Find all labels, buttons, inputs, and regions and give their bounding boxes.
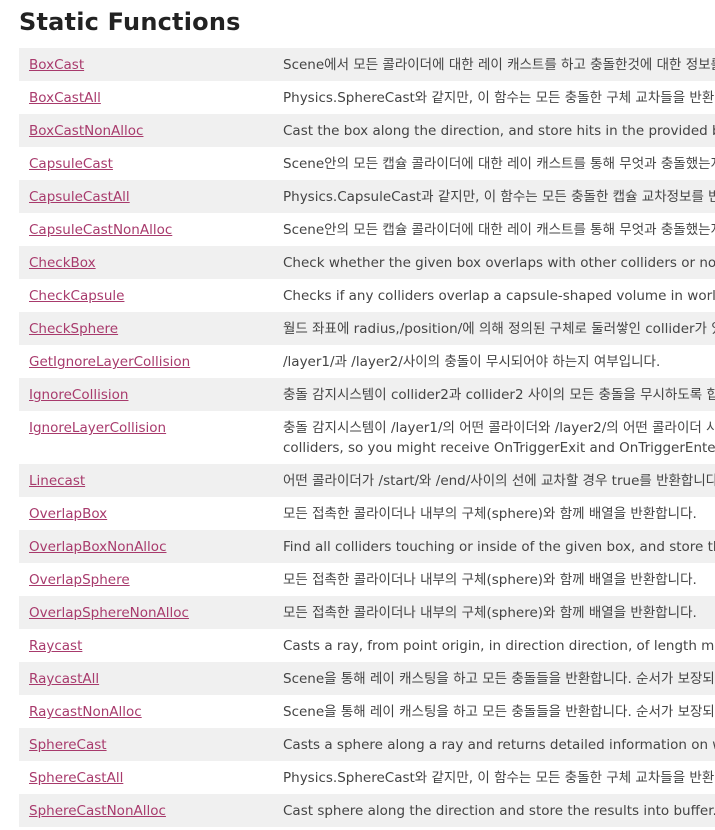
function-description: 월드 좌표에 radius,/position/에 의해 정의된 구체로 둘러쌓… xyxy=(283,321,715,337)
table-row: CheckSphere 월드 좌표에 radius,/position/에 의해 … xyxy=(19,312,715,345)
function-description: /layer1/과 /layer2/사이의 충돌이 무시되어야 하는지 여부입니… xyxy=(283,354,661,370)
function-description: Physics.CapsuleCast과 같지만, 이 함수는 모든 충돌한 캡… xyxy=(283,189,715,205)
function-link[interactable]: OverlapSphere xyxy=(29,572,130,588)
table-row: OverlapSphereNonAlloc 모든 접촉한 콜라이더나 내부의 구체… xyxy=(19,596,715,629)
table-row: CheckCapsule Checks if any colliders over… xyxy=(19,279,715,312)
function-link[interactable]: SphereCastNonAlloc xyxy=(29,803,166,819)
table-row: BoxCastNonAlloc Cast the box along the di… xyxy=(19,114,715,147)
function-description: 모든 접촉한 콜라이더나 내부의 구체(sphere)와 함께 배열을 반환합니… xyxy=(283,572,697,588)
table-row: SphereCastNonAlloc Cast sphere along the … xyxy=(19,794,715,827)
function-name-cell: Raycast xyxy=(19,636,283,656)
table-row: RaycastNonAlloc Scene을 통해 레이 캐스팅을 하고 모든 충… xyxy=(19,695,715,728)
function-description: Scene안의 모든 캡슐 콜라이더에 대한 레이 캐스트를 통해 무엇과 충돌… xyxy=(283,222,715,238)
table-row: GetIgnoreLayerCollision/layer1/과 /layer2… xyxy=(19,345,715,378)
function-name-cell: CapsuleCast xyxy=(19,154,283,174)
function-link[interactable]: OverlapBoxNonAlloc xyxy=(29,539,167,555)
function-link[interactable]: IgnoreCollision xyxy=(29,387,128,403)
function-link[interactable]: OverlapSphereNonAlloc xyxy=(29,605,189,621)
function-name-cell: BoxCastNonAlloc xyxy=(19,121,283,141)
function-link[interactable]: BoxCastAll xyxy=(29,90,101,106)
function-link[interactable]: BoxCastNonAlloc xyxy=(29,123,143,139)
function-description: Check whether the given box overlaps wit… xyxy=(283,255,715,271)
table-row: OverlapBox 모든 접촉한 콜라이더나 내부의 구체(sphere)와 함… xyxy=(19,497,715,530)
function-name-cell: OverlapBox xyxy=(19,504,283,524)
function-name-cell: SphereCastAll xyxy=(19,768,283,788)
function-link[interactable]: BoxCast xyxy=(29,57,84,73)
function-name-cell: SphereCast xyxy=(19,735,283,755)
table-row: RaycastAll Scene을 통해 레이 캐스팅을 하고 모든 충돌들을 반… xyxy=(19,662,715,695)
table-row: CapsuleCast Scene안의 모든 캡슐 콜라이더에 대한 레이 캐스트… xyxy=(19,147,715,180)
table-row: SphereCast Casts a sphere along a ray and… xyxy=(19,728,715,761)
function-description: Find all colliders touching or inside of… xyxy=(283,539,715,555)
function-link[interactable]: CheckSphere xyxy=(29,321,118,337)
function-link[interactable]: SphereCastAll xyxy=(29,770,123,786)
function-description: 충돌 감지시스템이 collider2과 collider2 사이의 모든 충돌… xyxy=(283,387,715,403)
function-description: Casts a ray, from point origin, in direc… xyxy=(283,638,715,654)
function-link[interactable]: CapsuleCastNonAlloc xyxy=(29,222,172,238)
table-row: IgnoreLayerCollision 충돌 감지시스템이 /layer1/의 … xyxy=(19,411,715,464)
function-name-cell: RaycastAll xyxy=(19,669,283,689)
function-link[interactable]: RaycastNonAlloc xyxy=(29,704,142,720)
function-name-cell: CheckBox xyxy=(19,253,283,273)
table-row: BoxCast Scene에서 모든 콜라이더에 대한 레이 캐스트를 하고 충돌… xyxy=(19,48,715,81)
function-name-cell: Linecast xyxy=(19,471,283,491)
table-row: IgnoreCollision 충돌 감지시스템이 collider2과 coll… xyxy=(19,378,715,411)
function-description: 모든 접촉한 콜라이더나 내부의 구체(sphere)와 함께 배열을 반환합니… xyxy=(283,506,697,522)
function-description: Scene안의 모든 캡슐 콜라이더에 대한 레이 캐스트를 통해 무엇과 충돌… xyxy=(283,156,715,172)
function-name-cell: BoxCastAll xyxy=(19,88,283,108)
function-link[interactable]: Linecast xyxy=(29,473,85,489)
function-link[interactable]: OverlapBox xyxy=(29,506,107,522)
function-description: 어떤 콜라이더가 /start/와 /end/사이의 선에 교차할 경우 tru… xyxy=(283,473,715,489)
function-name-cell: CheckCapsule xyxy=(19,286,283,306)
function-name-cell: IgnoreCollision xyxy=(19,385,283,405)
function-description: Checks if any colliders overlap a capsul… xyxy=(283,288,715,304)
table-row: BoxCastAll Physics.SphereCast와 같지만, 이 함수는… xyxy=(19,81,715,114)
page-title: Static Functions xyxy=(19,8,241,36)
function-link[interactable]: CapsuleCast xyxy=(29,156,113,172)
table-row: CheckBox Check whether the given box over… xyxy=(19,246,715,279)
function-link[interactable]: CheckCapsule xyxy=(29,288,124,304)
table-row: CapsuleCastNonAlloc Scene안의 모든 캡슐 콜라이더에 대… xyxy=(19,213,715,246)
function-description: Cast sphere along the direction and stor… xyxy=(283,803,715,819)
function-description: Scene을 통해 레이 캐스팅을 하고 모든 충돌들을 반환합니다. 순서가 … xyxy=(283,704,715,720)
function-name-cell: CapsuleCastAll xyxy=(19,187,283,207)
static-functions-table: BoxCast Scene에서 모든 콜라이더에 대한 레이 캐스트를 하고 충돌… xyxy=(19,48,715,827)
table-row: Linecast 어떤 콜라이더가 /start/와 /end/사이의 선에 교차… xyxy=(19,464,715,497)
function-description: Physics.SphereCast와 같지만, 이 함수는 모든 충돌한 구체… xyxy=(283,770,715,786)
function-name-cell: IgnoreLayerCollision xyxy=(19,418,283,458)
function-link[interactable]: CapsuleCastAll xyxy=(29,189,130,205)
function-description: 모든 접촉한 콜라이더나 내부의 구체(sphere)와 함께 배열을 반환합니… xyxy=(283,605,697,621)
table-row: OverlapBoxNonAlloc Find all colliders tou… xyxy=(19,530,715,563)
table-row: Raycast Casts a ray, from point origin, i… xyxy=(19,629,715,662)
function-name-cell: OverlapSphere xyxy=(19,570,283,590)
function-link[interactable]: CheckBox xyxy=(29,255,96,271)
function-name-cell: CheckSphere xyxy=(19,319,283,339)
function-link[interactable]: SphereCast xyxy=(29,737,107,753)
table-row: SphereCastAll Physics.SphereCast와 같지만, 이 … xyxy=(19,761,715,794)
function-link[interactable]: IgnoreLayerCollision xyxy=(29,420,166,436)
function-description: 충돌 감지시스템이 /layer1/의 어떤 콜라이더와 /layer2/의 어… xyxy=(283,420,715,456)
function-description: Scene에서 모든 콜라이더에 대한 레이 캐스트를 하고 충돌한것에 대한 … xyxy=(283,57,715,73)
function-name-cell: CapsuleCastNonAlloc xyxy=(19,220,283,240)
table-row: CapsuleCastAll Physics.CapsuleCast과 같지만, … xyxy=(19,180,715,213)
function-link[interactable]: RaycastAll xyxy=(29,671,99,687)
function-name-cell: OverlapBoxNonAlloc xyxy=(19,537,283,557)
function-description: Cast the box along the direction, and st… xyxy=(283,123,715,139)
table-row: OverlapSphere 모든 접촉한 콜라이더나 내부의 구체(sphere)… xyxy=(19,563,715,596)
function-name-cell: GetIgnoreLayerCollision xyxy=(19,352,283,372)
function-link[interactable]: GetIgnoreLayerCollision xyxy=(29,354,190,370)
function-name-cell: SphereCastNonAlloc xyxy=(19,801,283,821)
function-name-cell: BoxCast xyxy=(19,55,283,75)
function-description: Scene을 통해 레이 캐스팅을 하고 모든 충돌들을 반환합니다. 순서가 … xyxy=(283,671,715,687)
function-description: Physics.SphereCast와 같지만, 이 함수는 모든 충돌한 구체… xyxy=(283,90,715,106)
function-description: Casts a sphere along a ray and returns d… xyxy=(283,737,715,753)
function-name-cell: RaycastNonAlloc xyxy=(19,702,283,722)
function-link[interactable]: Raycast xyxy=(29,638,82,654)
function-name-cell: OverlapSphereNonAlloc xyxy=(19,603,283,623)
